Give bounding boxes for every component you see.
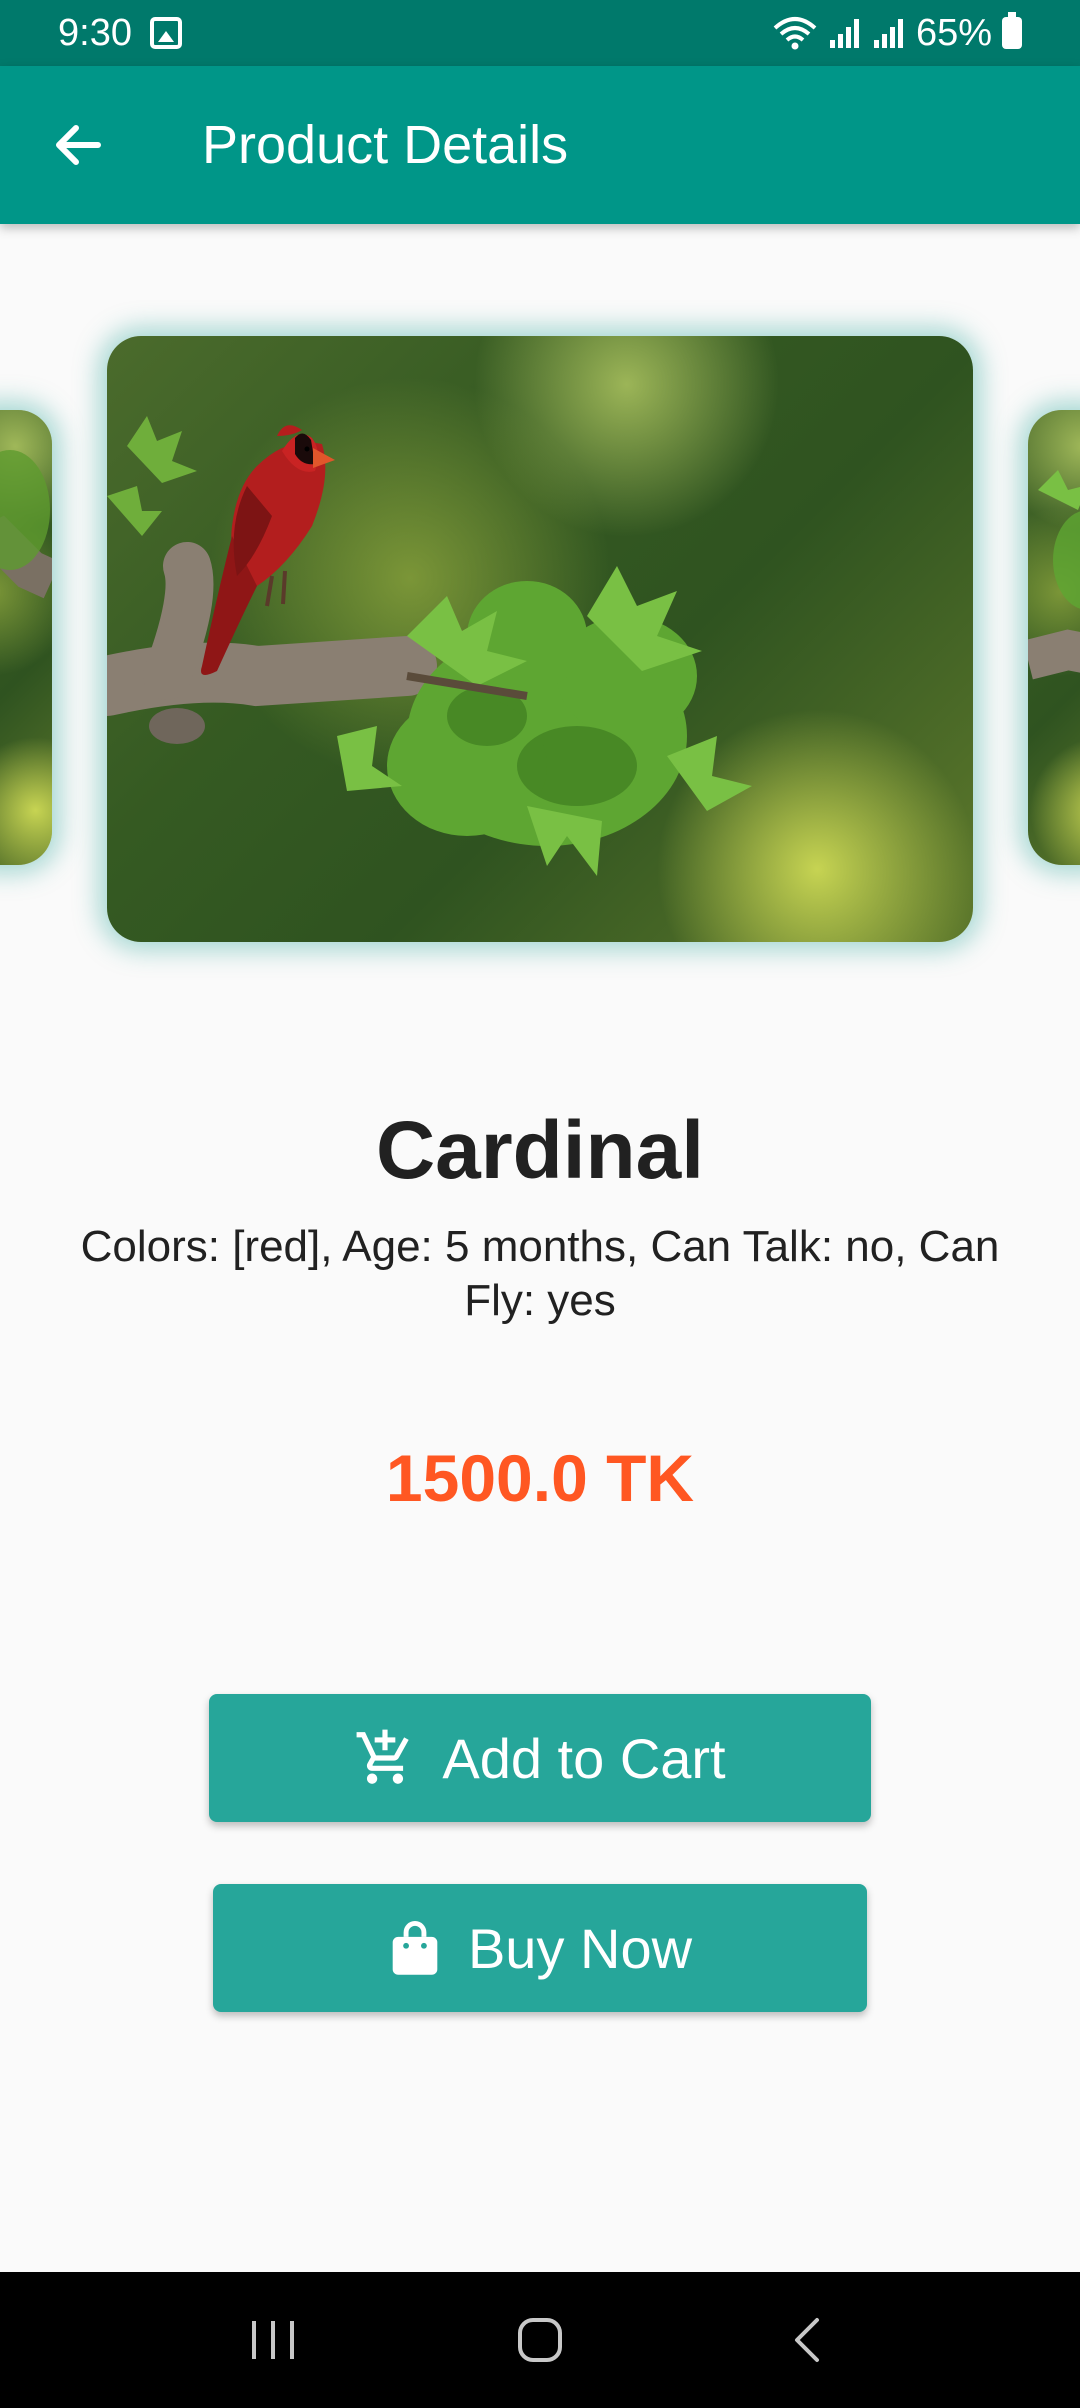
back-icon — [794, 2318, 819, 2362]
carousel-next-image[interactable] — [1028, 410, 1080, 865]
product-details-screen: 9:30 65% Product Details Cardinal Colors… — [0, 0, 1080, 2408]
status-time: 9:30 — [58, 11, 132, 54]
carousel-active-image[interactable] — [107, 336, 973, 942]
buy-now-label: Buy Now — [467, 1916, 693, 1980]
home-icon — [517, 2318, 562, 2362]
battery-icon — [1002, 12, 1022, 49]
gallery-icon — [149, 17, 182, 49]
add-to-cart-button[interactable]: Add to Cart — [209, 1694, 871, 1822]
nav-back-button[interactable] — [747, 2290, 867, 2390]
add-shopping-cart-icon — [356, 1729, 410, 1784]
buy-now-button[interactable]: Buy Now — [213, 1884, 867, 2012]
product-name: Cardinal — [375, 1105, 705, 1196]
carousel-prev-image[interactable] — [0, 410, 52, 865]
recents-icon — [252, 2321, 295, 2359]
signal-icon — [829, 19, 859, 48]
image-carousel[interactable] — [0, 330, 1080, 945]
recents-button[interactable] — [213, 2290, 333, 2390]
product-description: Colors: [red], Age: 5 months, Can Talk: … — [80, 1222, 1000, 1325]
home-button[interactable] — [480, 2290, 600, 2390]
cardinal-bird-photo — [1028, 410, 1080, 865]
product-price: 1500.0 TK — [385, 1441, 695, 1515]
shopping-bag-icon — [392, 1921, 438, 1975]
add-to-cart-label: Add to Cart — [442, 1726, 726, 1790]
wifi-icon — [773, 17, 817, 50]
back-button[interactable] — [28, 95, 128, 195]
cardinal-bird-photo — [107, 336, 973, 942]
signal-icon — [873, 19, 903, 48]
arrow-back-icon — [56, 125, 101, 165]
status-left: 9:30 — [58, 12, 182, 55]
system-navigation-bar — [0, 2272, 1080, 2408]
status-right: 65% — [772, 12, 1022, 55]
battery-level: 65% — [915, 11, 992, 54]
cardinal-bird-photo — [0, 410, 52, 865]
page-title: Product Details — [202, 115, 569, 175]
app-bar: Product Details — [0, 66, 1080, 224]
status-bar: 9:30 65% — [0, 0, 1080, 66]
